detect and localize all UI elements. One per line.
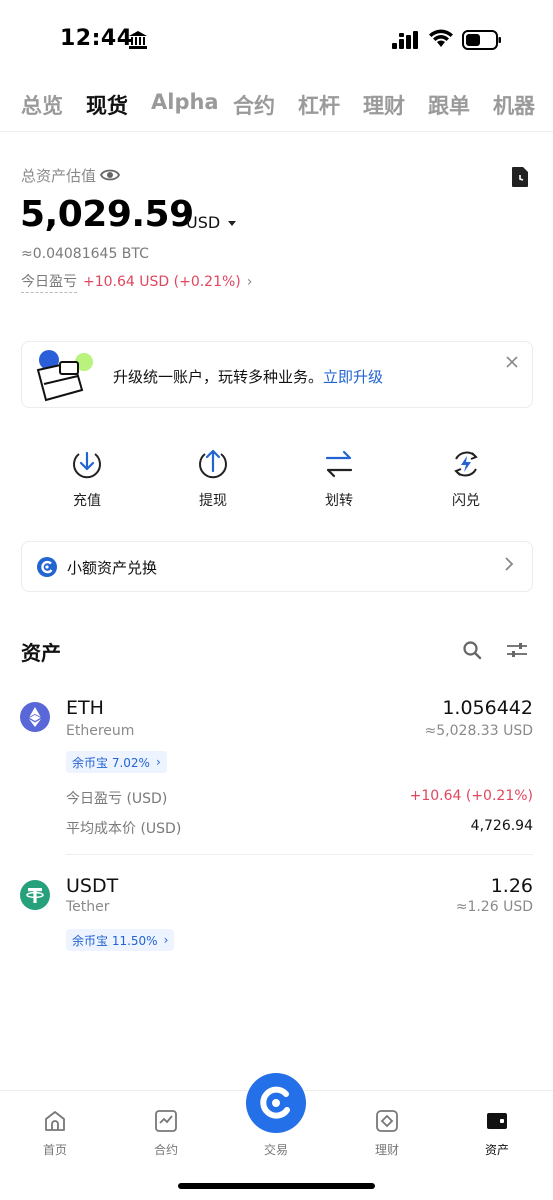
tab-alpha[interactable]: Alpha (151, 90, 219, 114)
battery-icon (462, 30, 501, 50)
quick-actions: 充值 提现 划转 闪兑 (0, 448, 553, 518)
deposit-icon (73, 451, 101, 479)
bank-icon (129, 31, 147, 49)
tab-futures[interactable]: 合约 (233, 90, 275, 120)
earn-badge-label: 余币宝 11.50% (72, 933, 158, 948)
bottom-nav-bar: 首页 合约 交易 理财 资产 (0, 1073, 553, 1200)
tab-copy-trading[interactable]: 跟单 (428, 90, 470, 120)
status-time: 12:44 (60, 26, 133, 51)
simple-earn-badge[interactable]: 余币宝 11.50% › (66, 929, 175, 951)
tab-bots[interactable]: 机器 (493, 90, 535, 120)
btc-equivalent: ≈0.04081645 BTC (21, 246, 149, 262)
earn-badge-label: 余币宝 7.02% (72, 755, 150, 770)
withdraw-label: 提现 (199, 493, 227, 509)
transfer-button[interactable]: 划转 (299, 448, 379, 510)
eth-coin-icon (20, 702, 50, 732)
signal-icon (392, 31, 418, 49)
nav-home-label: 首页 (42, 1143, 67, 1157)
tab-earn[interactable]: 理财 (363, 90, 405, 120)
small-assets-label: 小额资产兑换 (67, 559, 158, 577)
tab-margin[interactable]: 杠杆 (298, 90, 340, 120)
today-pnl-value: +10.64 (+0.21%) (409, 788, 533, 804)
caret-down-icon (228, 221, 237, 226)
chevron-right-icon: › (163, 933, 169, 947)
tab-spot[interactable]: 现货 (86, 90, 128, 120)
transfer-label: 划转 (325, 493, 353, 509)
convert-button[interactable]: 闪兑 (426, 448, 506, 510)
simple-earn-badge[interactable]: 余币宝 7.02% › (66, 751, 167, 773)
trade-icon (260, 1086, 290, 1119)
deposit-button[interactable]: 充值 (47, 448, 127, 510)
transfer-icon (325, 450, 353, 478)
today-pnl-label: 今日盈亏 (USD) (66, 791, 168, 807)
convert-icon (454, 451, 478, 477)
upgrade-now-link[interactable]: 立即升级 (323, 368, 383, 386)
filter-settings-icon[interactable] (506, 640, 528, 660)
currency-selector[interactable]: USD (186, 213, 237, 232)
asset-amount: 1.26 (490, 875, 533, 897)
asset-symbol: ETH (66, 697, 104, 719)
wifi-icon (429, 29, 453, 47)
asset-name: Ethereum (66, 723, 135, 739)
report-icon[interactable] (510, 166, 530, 188)
nav-trade-label: 交易 (263, 1143, 288, 1157)
today-pnl-value: +10.64 USD (+0.21%) (83, 274, 241, 290)
top-tab-bar: 总览 现货 Alpha 合约 杠杆 理财 跟单 机器 (0, 84, 553, 132)
nav-earn[interactable]: 理财 (352, 1109, 422, 1158)
usdt-coin-icon (20, 880, 50, 910)
assets-section-title: 资产 (21, 641, 61, 665)
convert-label: 闪兑 (452, 493, 480, 509)
nav-trade-button[interactable] (246, 1073, 306, 1133)
home-icon (45, 1111, 65, 1131)
nav-earn-label: 理财 (374, 1143, 399, 1157)
today-pnl-row[interactable]: 今日盈亏 +10.64 USD (+0.21%) › (21, 271, 252, 293)
asset-amount: 1.056442 (442, 697, 533, 719)
asset-fiat-value: ≈5,028.33 USD (424, 723, 533, 739)
chevron-right-icon (505, 557, 514, 571)
withdraw-icon (199, 449, 227, 479)
dust-convert-icon (37, 557, 57, 577)
today-pnl-label: 今日盈亏 (21, 271, 77, 293)
wallet-illustration-icon (36, 350, 93, 402)
status-bar: 12:44 (0, 0, 553, 80)
small-assets-convert-row[interactable]: 小额资产兑换 (21, 541, 533, 592)
home-indicator (178, 1183, 375, 1189)
nav-futures[interactable]: 合约 (131, 1109, 201, 1158)
chevron-right-icon: › (246, 274, 253, 290)
earn-icon (376, 1110, 398, 1132)
nav-futures-label: 合约 (153, 1143, 178, 1157)
banner-message: 升级统一账户，玩转多种业务。 (113, 368, 324, 386)
wallet-icon (487, 1113, 507, 1129)
banner-text: 升级统一账户，玩转多种业务。立即升级 (113, 366, 383, 387)
nav-assets[interactable]: 资产 (462, 1109, 532, 1158)
avg-cost-value: 4,726.94 (470, 818, 533, 834)
upgrade-account-banner[interactable]: 升级统一账户，玩转多种业务。立即升级 (21, 341, 533, 408)
asset-fiat-value: ≈1.26 USD (455, 899, 533, 915)
nav-home[interactable]: 首页 (20, 1109, 90, 1158)
close-icon[interactable] (506, 356, 518, 368)
currency-label: USD (186, 213, 221, 232)
asset-symbol: USDT (66, 875, 119, 897)
search-icon[interactable] (462, 640, 482, 660)
asset-name: Tether (66, 899, 110, 915)
deposit-label: 充值 (73, 493, 101, 509)
withdraw-button[interactable]: 提现 (173, 448, 253, 510)
total-assets-value: 5,029.59 (20, 194, 194, 235)
chevron-right-icon: › (155, 755, 161, 769)
tab-overview[interactable]: 总览 (21, 90, 63, 120)
avg-cost-label: 平均成本价 (USD) (66, 821, 182, 837)
total-assets-label: 总资产估值 (21, 167, 97, 185)
divider (66, 854, 533, 855)
eye-icon[interactable] (100, 167, 120, 183)
nav-assets-label: 资产 (484, 1143, 509, 1157)
futures-icon (155, 1110, 177, 1132)
asset-row-usdt[interactable]: USDT Tether 1.26 ≈1.26 USD 余币宝 11.50% › (0, 868, 553, 958)
asset-row-eth[interactable]: ETH Ethereum 1.056442 ≈5,028.33 USD 余币宝 … (0, 690, 553, 855)
